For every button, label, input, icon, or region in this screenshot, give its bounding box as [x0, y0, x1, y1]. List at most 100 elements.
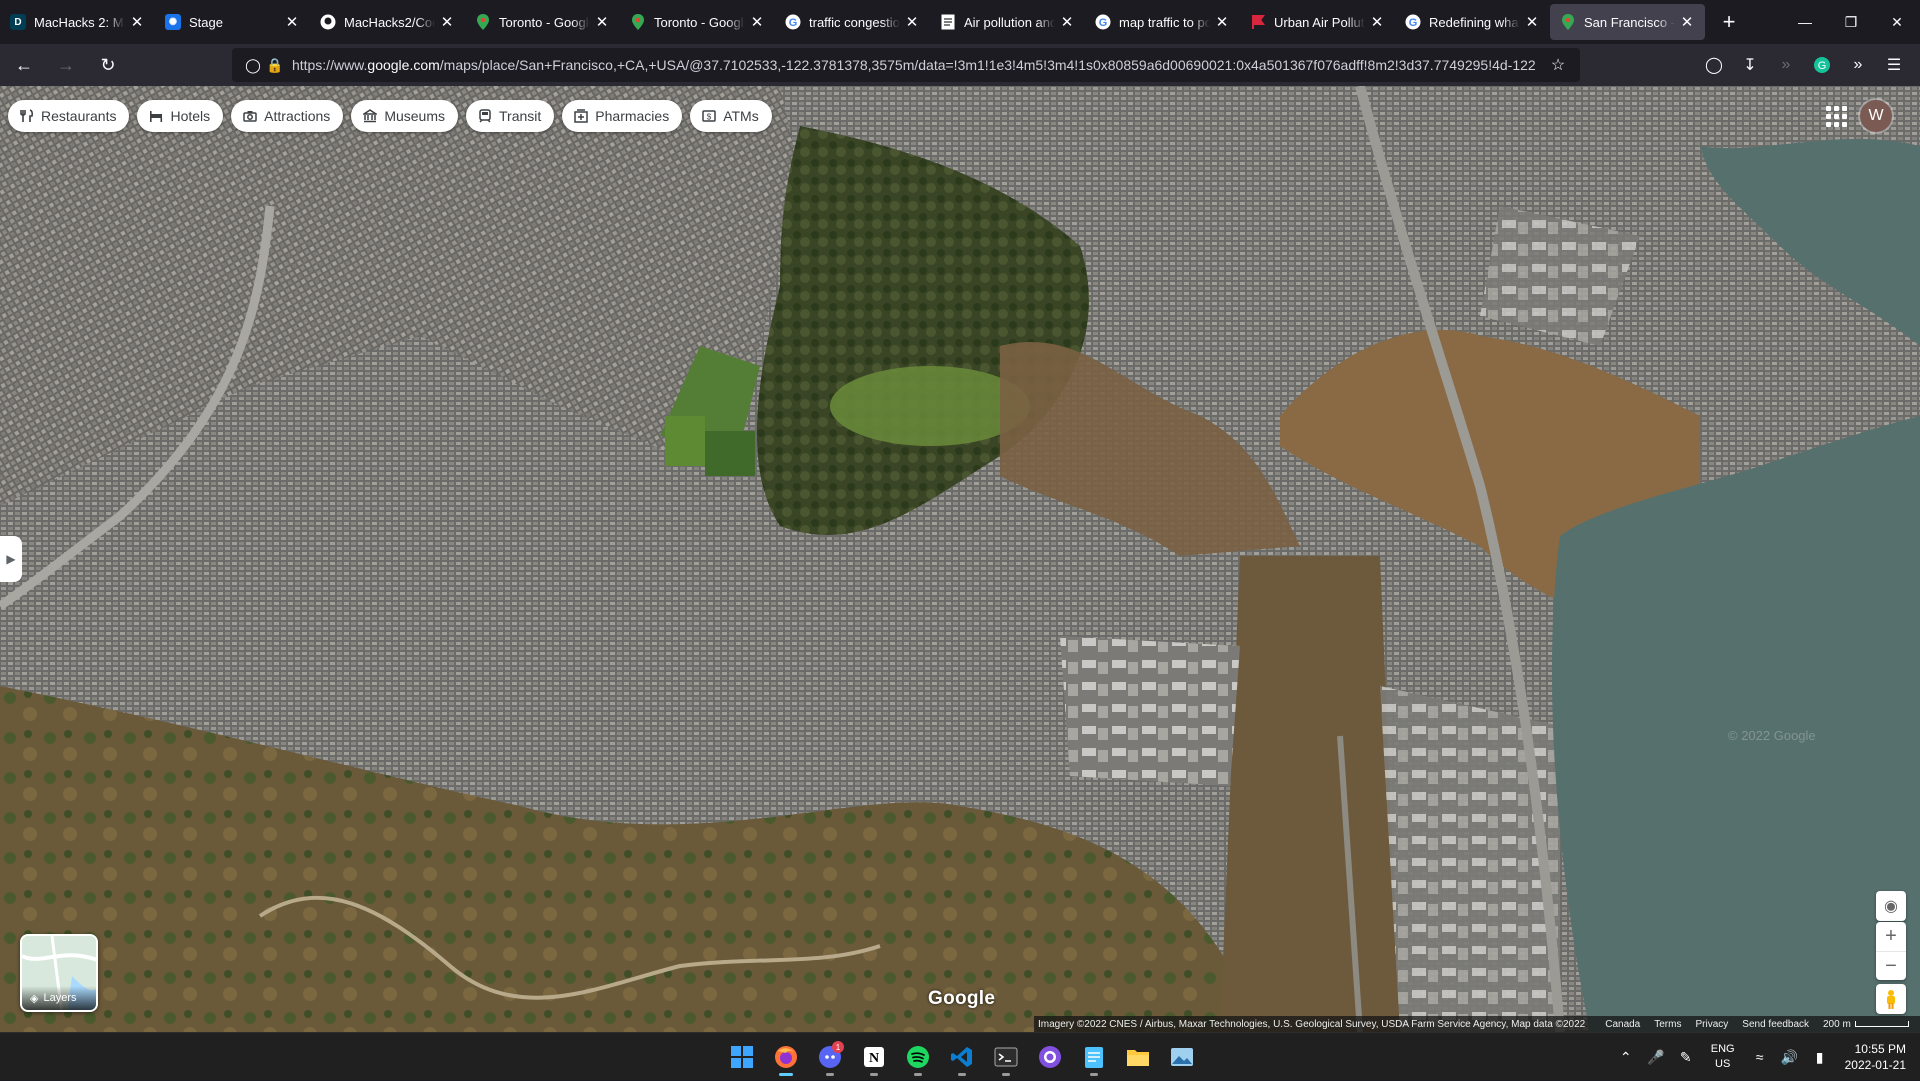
input-language[interactable]: ENG US — [1711, 1042, 1735, 1072]
forward-icon[interactable]: → — [48, 49, 84, 81]
close-tab-icon[interactable]: ✕ — [594, 13, 610, 31]
pharmacy-icon — [573, 108, 589, 124]
close-tab-icon[interactable]: ✕ — [1679, 13, 1695, 31]
stage-icon: ✺ — [165, 14, 181, 30]
chip-restaurants[interactable]: Restaurants — [8, 100, 130, 132]
zoom-in-icon[interactable]: + — [1876, 922, 1906, 951]
discord-notification-badge: 1 — [832, 1041, 844, 1053]
region-link[interactable]: Canada — [1605, 1019, 1640, 1030]
close-tab-icon[interactable]: ✕ — [439, 13, 455, 31]
reload-icon[interactable]: ↻ — [90, 49, 126, 81]
tab-title: Stage — [189, 14, 223, 30]
chip-museums[interactable]: Museums — [351, 100, 458, 132]
my-location-icon[interactable]: ◉ — [1876, 891, 1906, 921]
microphone-icon[interactable]: 🎤 — [1641, 1049, 1671, 1066]
overflow-chevron-icon[interactable]: » — [1840, 49, 1876, 81]
wifi-icon[interactable]: ≈ — [1745, 1049, 1775, 1065]
google-icon: G — [1405, 14, 1421, 30]
restore-icon[interactable]: ❐ — [1828, 0, 1874, 44]
google-apps-icon[interactable] — [1824, 104, 1848, 128]
windows-taskbar: 1 N ⌃ 🎤 ✎ ENG US ≈ 🔊 ▮ 10:55 PM 2022-01-… — [0, 1032, 1920, 1080]
browser-tab[interactable]: G Redefining what a✕ — [1395, 4, 1550, 40]
browser-tab[interactable]: ✺ Stage ✕ — [155, 4, 310, 40]
browser-tab[interactable]: Toronto - Google ✕ — [620, 4, 775, 40]
svg-text:G: G — [1818, 60, 1827, 72]
chip-atms[interactable]: $ ATMs — [690, 100, 772, 132]
chip-pharmacies[interactable]: Pharmacies — [562, 100, 683, 132]
system-tray: ⌃ 🎤 ✎ ENG US ≈ 🔊 ▮ 10:55 PM 2022-01-21 — [1611, 1033, 1920, 1081]
tab-title: MacHacks 2: Mac — [34, 14, 125, 30]
spotify-icon[interactable] — [898, 1037, 938, 1077]
lock-icon[interactable]: 🔒 — [264, 57, 286, 74]
browser-tab[interactable]: Urban Air Pollutio ✕ — [1240, 4, 1395, 40]
browser-tab[interactable]: San Francisco - Go✕ — [1550, 4, 1705, 40]
close-tab-icon[interactable]: ✕ — [284, 13, 300, 31]
address-bar[interactable]: ◯ 🔒 https://www.google.com/maps/place/Sa… — [232, 48, 1580, 82]
close-tab-icon[interactable]: ✕ — [1059, 13, 1075, 31]
clock[interactable]: 10:55 PM 2022-01-21 — [1845, 1041, 1906, 1073]
downloads-icon[interactable]: ↧ — [1732, 49, 1768, 81]
minimize-icon[interactable]: — — [1782, 0, 1828, 44]
discord-icon[interactable]: 1 — [810, 1037, 850, 1077]
google-icon: G — [1095, 14, 1111, 30]
windows-start-icon[interactable] — [722, 1037, 762, 1077]
extension-icon[interactable]: » — [1768, 49, 1804, 81]
browser-tab[interactable]: Gmap traffic to poll ✕ — [1085, 4, 1240, 40]
close-tab-icon[interactable]: ✕ — [749, 13, 765, 31]
pocket-icon[interactable]: ◯ — [1696, 49, 1732, 81]
send-feedback-link[interactable]: Send feedback — [1742, 1019, 1809, 1030]
scale-label[interactable]: 200 m — [1823, 1019, 1851, 1030]
close-tab-icon[interactable]: ✕ — [1214, 13, 1230, 31]
close-tab-icon[interactable]: ✕ — [1369, 13, 1385, 31]
url-text[interactable]: https://www.google.com/maps/place/San+Fr… — [292, 57, 1580, 73]
satellite-imagery[interactable] — [0, 86, 1920, 1032]
browser-tab[interactable]: Air pollution and ✕ — [930, 4, 1085, 40]
category-chips: Restaurants Hotels Attractions Museums T… — [8, 100, 780, 132]
close-tab-icon[interactable]: ✕ — [129, 13, 145, 31]
chip-transit[interactable]: Transit — [466, 100, 555, 132]
street-view-pegman-icon[interactable] — [1876, 984, 1906, 1014]
notion-icon[interactable]: N — [854, 1037, 894, 1077]
browser-tab[interactable]: Toronto - Google ✕ — [465, 4, 620, 40]
bookmark-star-icon[interactable]: ☆ — [1540, 49, 1576, 81]
close-tab-icon[interactable]: ✕ — [904, 13, 920, 31]
layers-button[interactable]: ◈ Layers — [20, 934, 98, 1012]
expand-side-panel-button[interactable]: ▶ — [0, 536, 22, 582]
account-avatar[interactable]: W — [1860, 100, 1892, 132]
battery-icon[interactable]: ▮ — [1805, 1049, 1835, 1066]
close-tab-icon[interactable]: ✕ — [1524, 13, 1540, 31]
map-attribution-bar: Imagery ©2022 CNES / Airbus, Maxar Techn… — [1034, 1016, 1920, 1032]
imagery-attribution: Imagery ©2022 CNES / Airbus, Maxar Techn… — [1038, 1018, 1586, 1030]
grammarly-icon[interactable]: G — [1804, 49, 1840, 81]
vscode-icon[interactable] — [942, 1037, 982, 1077]
chip-attractions[interactable]: Attractions — [231, 100, 344, 132]
chip-hotels[interactable]: Hotels — [137, 100, 224, 132]
firefox-icon[interactable] — [766, 1037, 806, 1077]
new-tab-button[interactable]: + — [1711, 4, 1747, 40]
photos-icon[interactable] — [1162, 1037, 1202, 1077]
tab-title: Toronto - Google — [499, 14, 590, 30]
browser-tab[interactable]: D MacHacks 2: Mac✕ — [0, 4, 155, 40]
back-icon[interactable]: ← — [6, 49, 42, 81]
privacy-link[interactable]: Privacy — [1695, 1019, 1728, 1030]
volume-icon[interactable]: 🔊 — [1775, 1049, 1805, 1066]
notepad-icon[interactable] — [1074, 1037, 1114, 1077]
menu-icon[interactable]: ☰ — [1876, 49, 1912, 81]
scale-bar[interactable] — [1854, 1021, 1909, 1027]
terms-link[interactable]: Terms — [1654, 1019, 1681, 1030]
zoom-out-icon[interactable]: − — [1876, 951, 1906, 980]
file-explorer-icon[interactable] — [1118, 1037, 1158, 1077]
close-window-icon[interactable]: ✕ — [1874, 0, 1920, 44]
satellite-map[interactable]: Restaurants Hotels Attractions Museums T… — [0, 86, 1920, 1032]
github-icon — [320, 14, 336, 30]
browser-tab[interactable]: Gtraffic congestion ✕ — [775, 4, 930, 40]
show-hidden-icons-chevron-icon[interactable]: ⌃ — [1611, 1049, 1641, 1066]
svg-text:$: $ — [707, 113, 712, 122]
browser-tab[interactable]: MacHacks2/Code✕ — [310, 4, 465, 40]
shield-icon[interactable]: ◯ — [242, 57, 264, 74]
svg-text:G: G — [1099, 17, 1108, 29]
chevron-right-icon: ▶ — [6, 552, 16, 566]
github-desktop-icon[interactable] — [1030, 1037, 1070, 1077]
terminal-icon[interactable] — [986, 1037, 1026, 1077]
pen-icon[interactable]: ✎ — [1671, 1049, 1701, 1066]
